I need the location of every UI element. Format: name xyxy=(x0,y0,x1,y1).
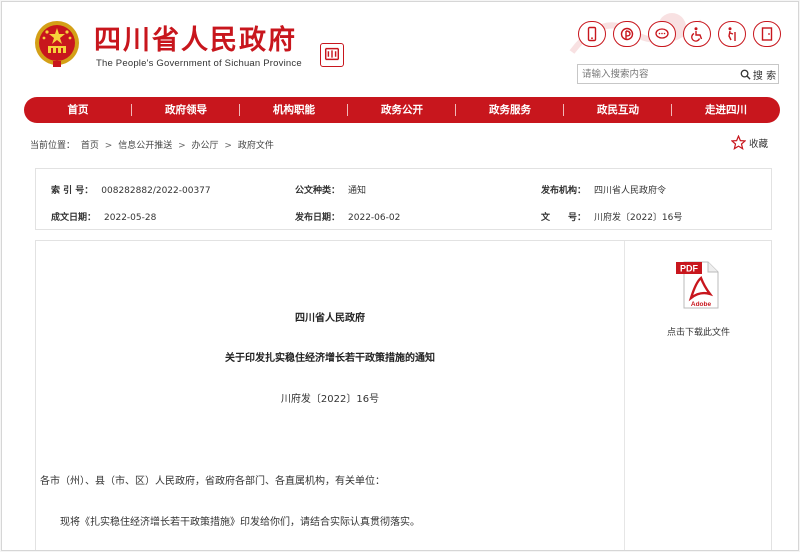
meta-type-value: 通知 xyxy=(348,186,367,196)
meta-doc-label: 文 号： xyxy=(541,213,587,223)
meta-index-label: 索 引 号： xyxy=(51,186,94,196)
weibo-icon xyxy=(620,27,634,41)
meta-org-label: 发布机构： xyxy=(541,186,587,196)
elderly-mode-button[interactable] xyxy=(718,21,746,47)
search-bar: 搜 索 xyxy=(577,64,779,84)
weibo-button[interactable] xyxy=(613,21,641,47)
nav-item-about-sichuan[interactable]: 走进四川 xyxy=(672,97,780,123)
meta-type-label: 公文种类： xyxy=(295,186,341,196)
meta-published-label: 发布日期： xyxy=(295,213,341,223)
national-emblem-icon[interactable] xyxy=(32,19,82,69)
meta-doc-value: 川府发〔2022〕16号 xyxy=(594,213,683,223)
breadcrumb-gov-documents[interactable]: 政府文件 xyxy=(238,141,274,151)
search-button-label: 搜 索 xyxy=(752,70,777,82)
elderly-mode-icon xyxy=(728,27,736,41)
meta-published-value: 2022-06-02 xyxy=(348,213,401,223)
breadcrumb-separator: > xyxy=(178,141,186,151)
document-content: PDF Adobe 点击下载此文件 四川省人民政府 关于印发扎实稳住经济增长若干… xyxy=(35,240,772,550)
sidebar-divider xyxy=(624,241,625,550)
mobile-button[interactable] xyxy=(578,21,606,47)
meta-org-value: 四川省人民政府令 xyxy=(594,186,667,196)
accessibility-button[interactable] xyxy=(683,21,711,47)
document-recipients: 各市（州）、县（市、区）人民政府，省政府各部门、各直属机构，有关单位： xyxy=(40,476,385,487)
wechat-icon xyxy=(655,28,669,39)
document-number: 川府发〔2022〕16号 xyxy=(280,394,380,405)
meta-index: 索 引 号： 008282882/2022-00377 xyxy=(51,183,211,196)
exit-button[interactable] xyxy=(753,21,781,47)
document-body-paragraph: 现将《扎实稳住经济增长若干政策措施》印发给你们，请结合实际认真贯彻落实。 xyxy=(60,517,420,528)
nav-item-services[interactable]: 政务服务 xyxy=(456,97,564,123)
meta-org: 发布机构： 四川省人民政府令 xyxy=(541,183,666,196)
meta-published-date: 发布日期： 2022-06-02 xyxy=(295,210,400,223)
favorite-button[interactable]: 收藏 xyxy=(731,135,768,150)
pdf-text: PDF xyxy=(680,264,699,274)
meta-doc-number: 文 号： 川府发〔2022〕16号 xyxy=(541,210,682,223)
star-icon xyxy=(731,135,746,150)
breadcrumb-prefix: 当前位置： xyxy=(30,141,76,151)
breadcrumb-home[interactable]: 首页 xyxy=(81,141,99,151)
meta-index-value: 008282882/2022-00377 xyxy=(101,186,211,196)
meta-written-label: 成文日期： xyxy=(51,213,97,223)
main-nav: 首页 政府领导 机构职能 政务公开 政务服务 政民互动 走进四川 xyxy=(24,97,780,123)
meta-written-date: 成文日期： 2022-05-28 xyxy=(51,210,156,223)
document-title: 关于印发扎实稳住经济增长若干政策措施的通知 xyxy=(225,353,435,364)
search-button[interactable]: 搜 索 xyxy=(738,66,778,82)
breadcrumb-info-push[interactable]: 信息公开推送 xyxy=(118,141,172,151)
breadcrumb-general-office[interactable]: 办公厅 xyxy=(192,141,219,151)
seal-glyph-icon xyxy=(324,47,340,61)
breadcrumb: 当前位置： 首页 > 信息公开推送 > 办公厅 > 政府文件 xyxy=(30,138,277,151)
nav-item-home[interactable]: 首页 xyxy=(24,97,132,123)
wechat-button[interactable] xyxy=(648,21,676,47)
meta-written-value: 2022-05-28 xyxy=(104,213,157,223)
download-file-link[interactable]: 点击下载此文件 xyxy=(667,325,730,338)
document-issuer: 四川省人民政府 xyxy=(295,313,365,324)
nav-item-institutions[interactable]: 机构职能 xyxy=(240,97,348,123)
page-frame: 四川省人民政府 The People's Government of Sichu… xyxy=(1,1,799,551)
site-title[interactable]: 四川省人民政府 xyxy=(94,18,297,57)
breadcrumb-separator: > xyxy=(104,141,113,151)
site-header: 四川省人民政府 The People's Government of Sichu… xyxy=(2,2,798,94)
nav-item-interaction[interactable]: 政民互动 xyxy=(564,97,672,123)
nav-item-leaders[interactable]: 政府领导 xyxy=(132,97,240,123)
search-icon xyxy=(740,69,751,80)
mobile-icon xyxy=(587,26,597,42)
favorite-label: 收藏 xyxy=(749,138,769,150)
exit-icon xyxy=(761,27,773,41)
pdf-icon[interactable]: PDF Adobe xyxy=(674,258,724,310)
site-subtitle: The People's Government of Sichuan Provi… xyxy=(96,58,302,69)
sichuan-seal-logo xyxy=(320,43,344,67)
meta-type: 公文种类： 通知 xyxy=(295,183,366,196)
breadcrumb-separator: > xyxy=(224,141,232,151)
document-metadata: 索 引 号： 008282882/2022-00377 公文种类： 通知 发布机构：… xyxy=(35,168,772,230)
search-input[interactable] xyxy=(578,65,736,83)
nav-item-disclosure[interactable]: 政务公开 xyxy=(348,97,456,123)
accessibility-icon xyxy=(691,27,703,42)
adobe-text: Adobe xyxy=(691,301,712,308)
